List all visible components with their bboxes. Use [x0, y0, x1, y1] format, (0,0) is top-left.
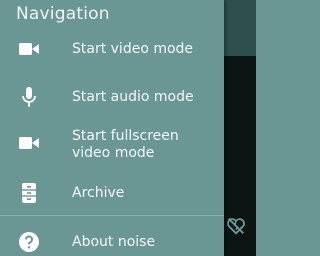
menu-item-archive[interactable]: Archive — [0, 179, 224, 207]
navigation-drawer: Navigation Start video mode Start audio … — [0, 0, 224, 256]
videocam-icon — [16, 130, 42, 156]
menu-item-label: About noise — [72, 233, 156, 250]
microphone-icon — [16, 84, 42, 110]
help-icon — [16, 229, 42, 255]
menu-item-about[interactable]: About noise — [0, 228, 224, 256]
videocam-icon — [16, 36, 42, 62]
menu-item-video-mode[interactable]: Start video mode — [0, 35, 224, 63]
drawer-title: Navigation — [16, 4, 110, 24]
menu-item-label: Archive — [72, 184, 125, 201]
menu-item-audio-mode[interactable]: Start audio mode — [0, 83, 224, 111]
heart-broken-icon[interactable] — [225, 215, 247, 237]
archive-icon — [16, 180, 42, 206]
menu-item-fullscreen-video-mode[interactable]: Start fullscreen video mode — [0, 128, 224, 162]
app-toolbar — [224, 0, 256, 56]
drawer-divider — [0, 215, 224, 216]
menu-item-label: Start video mode — [72, 40, 194, 57]
menu-item-label: Start audio mode — [72, 88, 194, 105]
menu-item-label: Start fullscreen video mode — [72, 128, 179, 161]
